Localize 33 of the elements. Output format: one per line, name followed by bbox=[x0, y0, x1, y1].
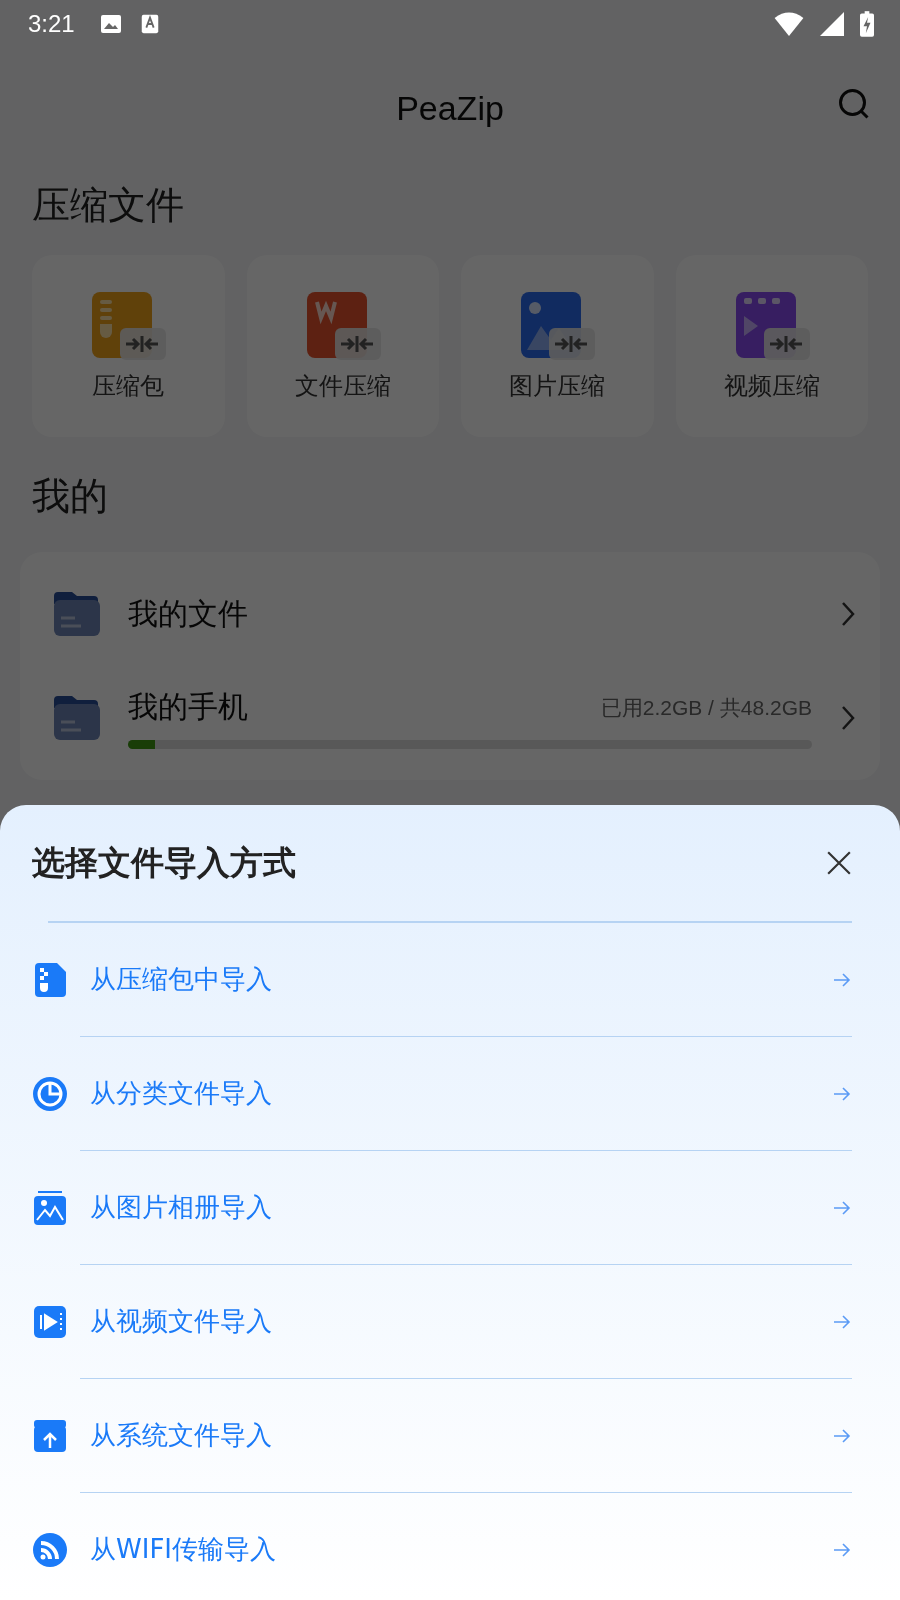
zip-file-icon bbox=[32, 961, 68, 998]
storage-usage: 已用2.2GB / 共48.2GB bbox=[600, 694, 812, 721]
video-icon bbox=[32, 1303, 68, 1340]
folder-icon bbox=[52, 694, 100, 742]
signal-icon bbox=[820, 12, 844, 36]
wifi-icon bbox=[32, 1531, 68, 1568]
compress-tile[interactable]: 视频压缩 bbox=[675, 255, 868, 437]
battery-icon bbox=[860, 11, 874, 37]
import-option[interactable]: 从压缩包中导入 bbox=[32, 923, 852, 1036]
storage-item[interactable]: 我的文件 bbox=[20, 562, 880, 666]
chevron-right-icon bbox=[840, 704, 856, 732]
picture-icon bbox=[32, 1189, 68, 1226]
compress-tile[interactable]: 文件压缩 bbox=[246, 255, 439, 437]
sheet-title: 选择文件导入方式 bbox=[32, 841, 296, 884]
wifi-icon bbox=[774, 12, 804, 36]
image-icon bbox=[98, 12, 123, 36]
upload-icon bbox=[32, 1417, 68, 1454]
section-title: 压缩文件 bbox=[31, 182, 185, 229]
chevron-right-icon bbox=[840, 600, 856, 628]
close-icon[interactable] bbox=[826, 850, 852, 876]
storage-item[interactable]: 我的手机 已用2.2GB / 共48.2GB bbox=[20, 666, 880, 770]
compress-tile[interactable]: 压缩包 bbox=[32, 255, 225, 437]
import-option[interactable]: 从图片相册导入 bbox=[80, 1150, 852, 1264]
import-option[interactable]: 从视频文件导入 bbox=[80, 1264, 852, 1378]
import-option[interactable]: 从WIFI传输导入 bbox=[80, 1492, 852, 1600]
status-time: 3:21 bbox=[28, 10, 75, 38]
import-option[interactable]: 从分类文件导入 bbox=[80, 1036, 852, 1150]
import-option[interactable]: 从系统文件导入 bbox=[80, 1378, 852, 1492]
pie-chart-icon bbox=[32, 1075, 68, 1112]
folder-icon bbox=[52, 590, 100, 638]
compress-tile[interactable]: 图片压缩 bbox=[461, 255, 654, 437]
section-title: 我的 bbox=[31, 473, 109, 520]
app-title: PeaZip bbox=[396, 88, 504, 128]
